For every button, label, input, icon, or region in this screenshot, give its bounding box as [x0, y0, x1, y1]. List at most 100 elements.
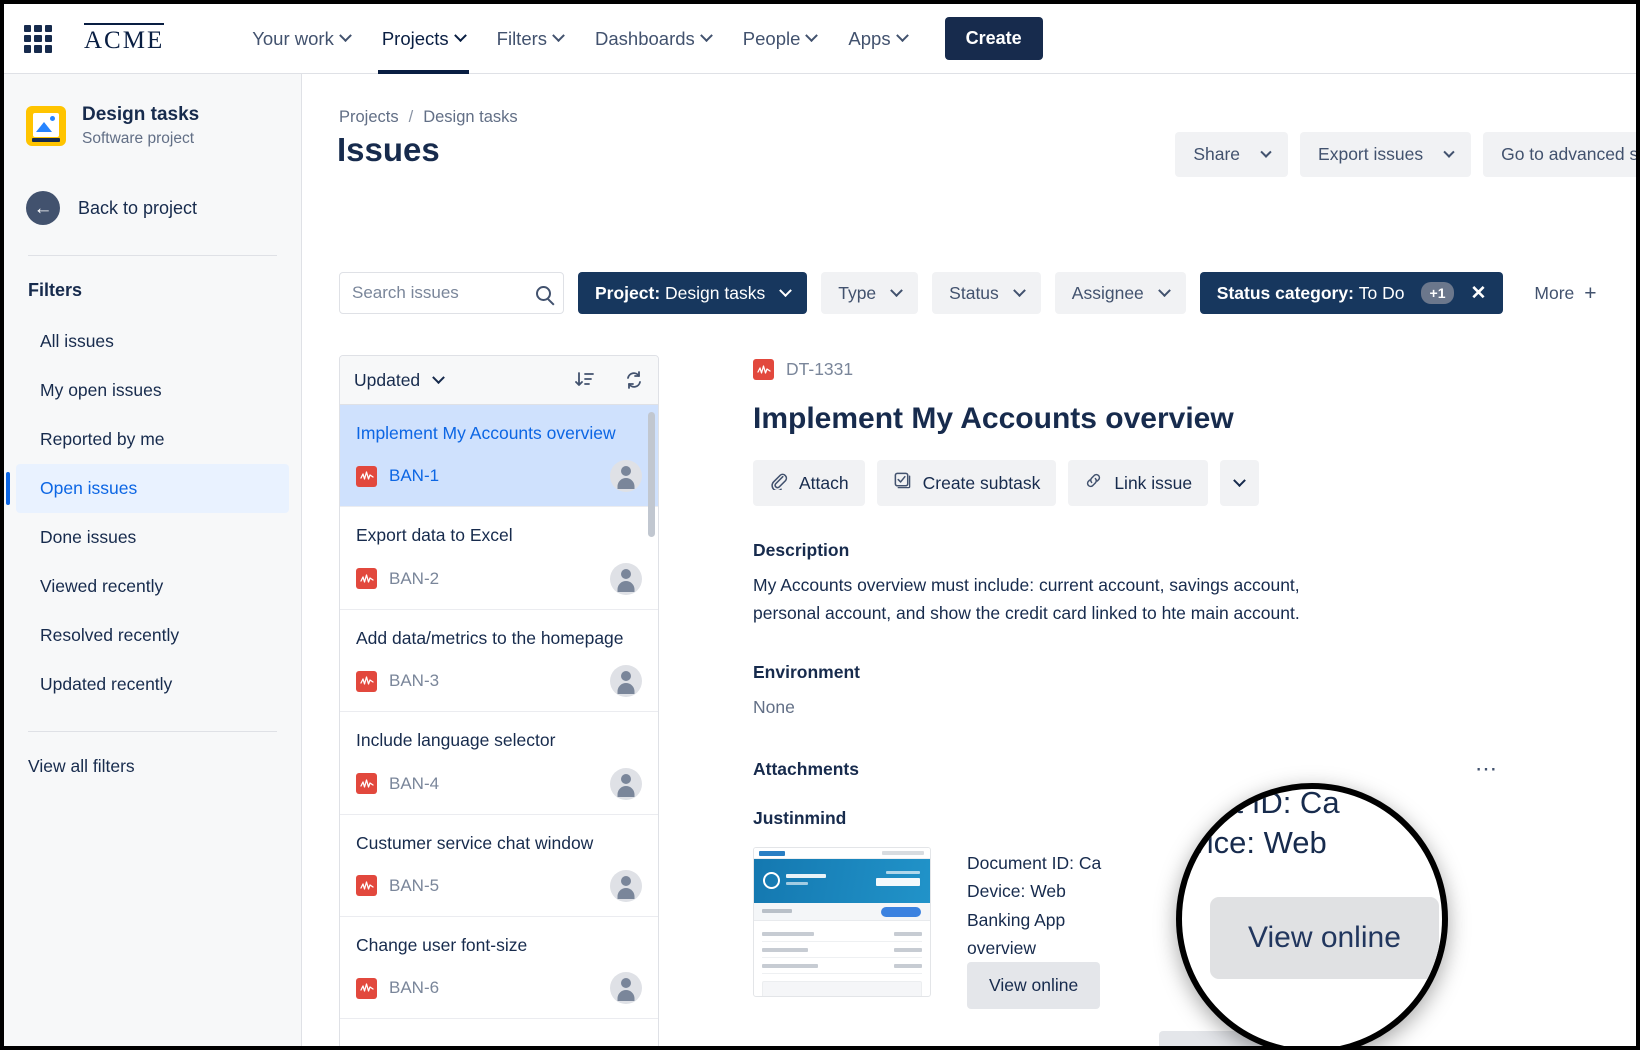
issue-list-item-ban-2[interactable]: Export data to Excel BAN-2	[340, 507, 658, 610]
breadcrumb: Projects / Design tasks	[339, 108, 518, 127]
avatar[interactable]	[610, 767, 642, 800]
issue-key: BAN-3	[389, 671, 440, 691]
avatar[interactable]	[610, 665, 642, 698]
attach-button[interactable]: Attach	[753, 460, 865, 506]
bug-icon	[356, 568, 377, 590]
sidebar-item-resolved-recently[interactable]: Resolved recently	[16, 611, 289, 660]
refresh-icon[interactable]	[624, 370, 644, 390]
breadcrumb-design-tasks[interactable]: Design tasks	[423, 108, 517, 127]
magnifier-line-1: ent ID: Ca	[1200, 785, 1340, 820]
prototype-thumbnail[interactable]	[753, 847, 931, 998]
nav-item-projects[interactable]: Projects	[366, 4, 481, 74]
project-filter-prefix: Project:	[595, 282, 661, 303]
avatar[interactable]	[610, 869, 642, 902]
issue-list-item-ban-6[interactable]: Change user font-size BAN-6	[340, 916, 658, 1020]
assignee-filter-pill[interactable]: Assignee	[1054, 272, 1186, 314]
export-issues-button[interactable]: Export issues	[1300, 132, 1472, 177]
issue-key-wrap: BAN-4	[356, 773, 439, 794]
link-icon	[1084, 471, 1103, 495]
bug-icon	[356, 875, 377, 897]
brand-logo[interactable]: ACME	[84, 22, 165, 55]
project-filter-pill[interactable]: Project: Design tasks	[578, 272, 808, 314]
magnified-view-online-button[interactable]: View online	[1210, 897, 1439, 979]
nav-item-filters[interactable]: Filters	[481, 4, 579, 74]
status-category-prefix: Status category:	[1216, 282, 1354, 303]
more-options-icon[interactable]: ⋯	[1475, 758, 1498, 780]
close-icon[interactable]: ✕	[1470, 282, 1486, 305]
breadcrumb-projects[interactable]: Projects	[339, 108, 399, 127]
issue-meta: BAN-2	[356, 562, 642, 595]
more-filters-label: More	[1534, 282, 1575, 303]
sidebar-item-my-open-issues[interactable]: My open issues	[16, 366, 289, 415]
description-text[interactable]: My Accounts overview must include: curre…	[753, 571, 1353, 628]
go-to-advanced-search-button[interactable]: Go to advanced se	[1483, 132, 1636, 177]
sidebar-item-reported-by-me[interactable]: Reported by me	[16, 415, 289, 464]
search-issues-box[interactable]	[339, 272, 564, 314]
issue-key-wrap: BAN-1	[356, 465, 439, 487]
sidebar-item-done-issues[interactable]: Done issues	[16, 513, 289, 562]
back-to-project-button[interactable]: ← Back to project	[4, 191, 301, 226]
top-navigation-bar: ACME Your work Projects Filters Dashboar…	[4, 4, 1636, 74]
search-input[interactable]	[352, 283, 536, 303]
sidebar-item-all-issues[interactable]: All issues	[16, 317, 289, 366]
sidebar-item-updated-recently[interactable]: Updated recently	[16, 660, 289, 709]
view-online-button[interactable]: View online	[967, 962, 1101, 1010]
status-category-filter-pill[interactable]: Status category: To Do +1 ✕	[1199, 272, 1504, 314]
issue-list-scrollbar[interactable]	[648, 412, 655, 537]
issue-list-item-ban-3[interactable]: Add data/metrics to the homepage BAN-3	[340, 609, 658, 713]
status-category-count-badge: +1	[1420, 281, 1455, 305]
share-button[interactable]: Share	[1175, 132, 1289, 177]
bug-icon	[356, 773, 377, 794]
magnifier-overlay: ent ID: Ca evice: Web View online	[1176, 783, 1448, 1046]
more-filters-button[interactable]: More +	[1517, 272, 1614, 314]
more-actions-button[interactable]	[1220, 460, 1260, 506]
detail-action-buttons: Attach Create subtask Link issue	[753, 460, 1613, 506]
app-switcher-icon[interactable]	[24, 24, 52, 53]
issue-list-tools	[574, 370, 644, 390]
avatar[interactable]	[610, 460, 642, 493]
sort-by-label: Updated	[354, 369, 421, 390]
breadcrumb-separator: /	[408, 108, 414, 126]
attachment-info: Document ID: Ca Device: Web Banking App …	[967, 847, 1101, 1010]
sidebar-item-viewed-recently[interactable]: Viewed recently	[16, 562, 289, 611]
issue-key-wrap: BAN-6	[356, 977, 439, 999]
sidebar-item-open-issues[interactable]: Open issues	[6, 464, 289, 514]
project-header[interactable]: Design tasks Software project	[4, 102, 301, 149]
nav-item-your-work[interactable]: Your work	[236, 4, 366, 74]
description-label: Description	[753, 540, 850, 560]
issue-key-wrap: BAN-2	[356, 568, 439, 590]
avatar[interactable]	[610, 972, 642, 1005]
issue-key-wrap: BAN-3	[356, 670, 440, 692]
sidebar: Design tasks Software project ← Back to …	[4, 74, 302, 1046]
type-filter-pill[interactable]: Type	[821, 272, 919, 314]
sort-by-dropdown[interactable]: Updated	[354, 369, 446, 391]
create-button[interactable]: Create	[944, 17, 1043, 60]
create-subtask-button[interactable]: Create subtask	[876, 460, 1057, 506]
share-label: Share	[1193, 144, 1241, 164]
view-all-filters-link[interactable]: View all filters	[4, 732, 301, 777]
chevron-down-icon	[895, 29, 909, 43]
project-avatar-image-icon	[26, 105, 66, 146]
nav-item-people[interactable]: People	[727, 4, 833, 74]
status-filter-pill[interactable]: Status	[932, 272, 1041, 314]
link-issue-button[interactable]: Link issue	[1068, 460, 1209, 506]
issue-list-item-ban-4[interactable]: Include language selector BAN-4	[340, 712, 658, 815]
nav-item-apps[interactable]: Apps	[832, 4, 922, 74]
nav-item-label: Projects	[381, 27, 449, 49]
page-title: Issues	[337, 131, 440, 168]
issue-summary: Implement My Accounts overview	[356, 423, 616, 443]
sort-descending-icon[interactable]	[574, 370, 594, 390]
plus-icon: +	[1584, 281, 1597, 305]
export-issues-label: Export issues	[1318, 144, 1424, 164]
detail-issue-title: Implement My Accounts overview	[753, 402, 1234, 435]
detail-issue-key[interactable]: DT-1331	[786, 359, 853, 380]
environment-value[interactable]: None	[753, 693, 1353, 721]
issue-list-panel: Updated Implement My Accounts overview B…	[339, 355, 659, 1046]
chevron-down-icon	[779, 283, 793, 297]
issue-list-item-ban-1[interactable]: Implement My Accounts overview BAN-1	[340, 405, 658, 508]
avatar[interactable]	[610, 562, 642, 595]
back-to-project-label: Back to project	[78, 197, 198, 218]
nav-item-dashboards[interactable]: Dashboards	[579, 4, 727, 74]
app-window: ACME Your work Projects Filters Dashboar…	[0, 0, 1640, 1050]
issue-list-item-ban-5[interactable]: Custumer service chat window BAN-5	[340, 814, 658, 917]
